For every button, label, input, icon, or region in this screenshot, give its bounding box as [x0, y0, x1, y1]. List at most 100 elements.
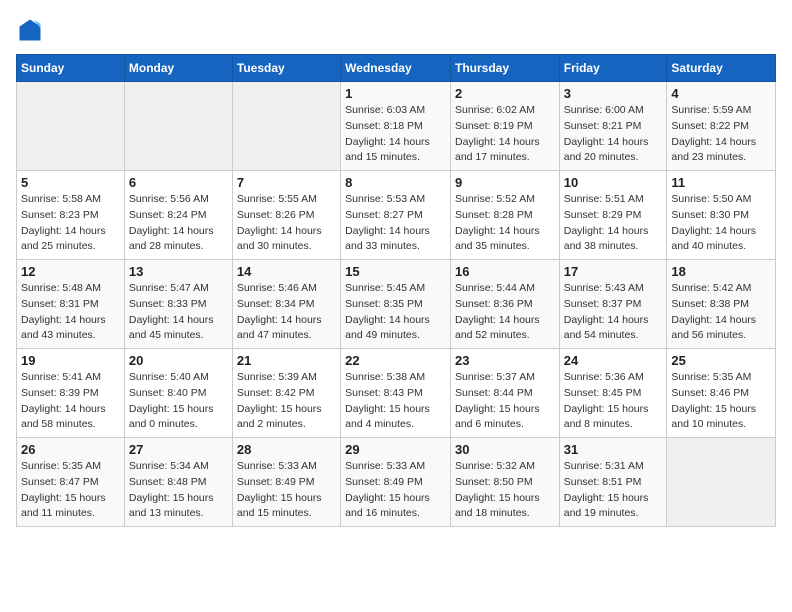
calendar-cell: 18 Sunrise: 5:42 AM Sunset: 8:38 PM Dayli…	[667, 260, 776, 349]
calendar-cell: 23 Sunrise: 5:37 AM Sunset: 8:44 PM Dayli…	[450, 349, 559, 438]
day-number: 22	[345, 353, 446, 368]
day-number: 14	[237, 264, 336, 279]
calendar-week-5: 26 Sunrise: 5:35 AM Sunset: 8:47 PM Dayli…	[17, 438, 776, 527]
day-info: Sunrise: 5:46 AM Sunset: 8:34 PM Dayligh…	[237, 281, 336, 344]
day-number: 9	[455, 175, 555, 190]
calendar-cell: 21Sunrise: 5:39 AM Sunset: 8:42 PM Dayli…	[232, 349, 340, 438]
calendar-cell: 19 Sunrise: 5:41 AM Sunset: 8:39 PM Dayli…	[17, 349, 125, 438]
day-info: Sunrise: 5:34 AM Sunset: 8:48 PM Dayligh…	[129, 459, 228, 522]
calendar-cell: 12 Sunrise: 5:48 AM Sunset: 8:31 PM Dayli…	[17, 260, 125, 349]
calendar-cell: 20 Sunrise: 5:40 AM Sunset: 8:40 PM Dayli…	[124, 349, 232, 438]
day-info: Sunrise: 5:38 AM Sunset: 8:43 PM Dayligh…	[345, 370, 446, 433]
day-info: Sunrise: 5:42 AM Sunset: 8:38 PM Dayligh…	[671, 281, 771, 344]
day-number: 1	[345, 86, 446, 101]
day-number: 19	[21, 353, 120, 368]
weekday-header-tuesday: Tuesday	[232, 55, 340, 82]
day-number: 26	[21, 442, 120, 457]
day-number: 6	[129, 175, 228, 190]
day-number: 27	[129, 442, 228, 457]
day-info: Sunrise: 5:32 AM Sunset: 8:50 PM Dayligh…	[455, 459, 555, 522]
calendar-cell: 8Sunrise: 5:53 AM Sunset: 8:27 PM Daylig…	[341, 171, 451, 260]
weekday-header-thursday: Thursday	[450, 55, 559, 82]
calendar-cell: 13 Sunrise: 5:47 AM Sunset: 8:33 PM Dayli…	[124, 260, 232, 349]
day-info: Sunrise: 5:50 AM Sunset: 8:30 PM Dayligh…	[671, 192, 771, 255]
calendar-cell: 16Sunrise: 5:44 AM Sunset: 8:36 PM Dayli…	[450, 260, 559, 349]
day-number: 15	[345, 264, 446, 279]
calendar-cell: 11 Sunrise: 5:50 AM Sunset: 8:30 PM Dayli…	[667, 171, 776, 260]
calendar-cell: 6Sunrise: 5:56 AM Sunset: 8:24 PM Daylig…	[124, 171, 232, 260]
calendar-cell: 1 Sunrise: 6:03 AM Sunset: 8:18 PM Daylig…	[341, 82, 451, 171]
day-number: 5	[21, 175, 120, 190]
calendar-cell	[124, 82, 232, 171]
day-info: Sunrise: 5:36 AM Sunset: 8:45 PM Dayligh…	[564, 370, 663, 433]
calendar-week-1: 1 Sunrise: 6:03 AM Sunset: 8:18 PM Daylig…	[17, 82, 776, 171]
day-info: Sunrise: 5:59 AM Sunset: 8:22 PM Dayligh…	[671, 103, 771, 166]
day-info: Sunrise: 5:51 AM Sunset: 8:29 PM Dayligh…	[564, 192, 663, 255]
calendar-cell	[667, 438, 776, 527]
calendar-cell: 4 Sunrise: 5:59 AM Sunset: 8:22 PM Daylig…	[667, 82, 776, 171]
weekday-header-saturday: Saturday	[667, 55, 776, 82]
day-number: 28	[237, 442, 336, 457]
calendar-cell	[232, 82, 340, 171]
calendar-cell: 14 Sunrise: 5:46 AM Sunset: 8:34 PM Dayli…	[232, 260, 340, 349]
day-info: Sunrise: 5:33 AM Sunset: 8:49 PM Dayligh…	[237, 459, 336, 522]
day-info: Sunrise: 5:41 AM Sunset: 8:39 PM Dayligh…	[21, 370, 120, 433]
calendar-cell: 10 Sunrise: 5:51 AM Sunset: 8:29 PM Dayli…	[559, 171, 667, 260]
calendar-cell: 26 Sunrise: 5:35 AM Sunset: 8:47 PM Dayli…	[17, 438, 125, 527]
day-info: Sunrise: 5:52 AM Sunset: 8:28 PM Dayligh…	[455, 192, 555, 255]
day-info: Sunrise: 5:45 AM Sunset: 8:35 PM Dayligh…	[345, 281, 446, 344]
calendar-cell: 25 Sunrise: 5:35 AM Sunset: 8:46 PM Dayli…	[667, 349, 776, 438]
calendar-cell: 29 Sunrise: 5:33 AM Sunset: 8:49 PM Dayli…	[341, 438, 451, 527]
day-number: 7	[237, 175, 336, 190]
day-number: 23	[455, 353, 555, 368]
weekday-header-sunday: Sunday	[17, 55, 125, 82]
day-number: 10	[564, 175, 663, 190]
day-info: Sunrise: 5:48 AM Sunset: 8:31 PM Dayligh…	[21, 281, 120, 344]
day-info: Sunrise: 5:58 AM Sunset: 8:23 PM Dayligh…	[21, 192, 120, 255]
weekday-header-monday: Monday	[124, 55, 232, 82]
day-number: 20	[129, 353, 228, 368]
logo	[16, 16, 48, 44]
weekday-header-friday: Friday	[559, 55, 667, 82]
weekday-header-wednesday: Wednesday	[341, 55, 451, 82]
day-number: 29	[345, 442, 446, 457]
page-header	[16, 16, 776, 44]
calendar-week-4: 19 Sunrise: 5:41 AM Sunset: 8:39 PM Dayli…	[17, 349, 776, 438]
calendar-cell: 30Sunrise: 5:32 AM Sunset: 8:50 PM Dayli…	[450, 438, 559, 527]
calendar-cell: 7Sunrise: 5:55 AM Sunset: 8:26 PM Daylig…	[232, 171, 340, 260]
calendar-cell: 31Sunrise: 5:31 AM Sunset: 8:51 PM Dayli…	[559, 438, 667, 527]
day-info: Sunrise: 5:35 AM Sunset: 8:46 PM Dayligh…	[671, 370, 771, 433]
calendar-week-3: 12 Sunrise: 5:48 AM Sunset: 8:31 PM Dayli…	[17, 260, 776, 349]
calendar-cell: 9 Sunrise: 5:52 AM Sunset: 8:28 PM Daylig…	[450, 171, 559, 260]
day-number: 25	[671, 353, 771, 368]
day-info: Sunrise: 5:43 AM Sunset: 8:37 PM Dayligh…	[564, 281, 663, 344]
calendar-cell: 2Sunrise: 6:02 AM Sunset: 8:19 PM Daylig…	[450, 82, 559, 171]
calendar-cell: 3 Sunrise: 6:00 AM Sunset: 8:21 PM Daylig…	[559, 82, 667, 171]
day-number: 11	[671, 175, 771, 190]
day-info: Sunrise: 5:47 AM Sunset: 8:33 PM Dayligh…	[129, 281, 228, 344]
day-info: Sunrise: 5:39 AM Sunset: 8:42 PM Dayligh…	[237, 370, 336, 433]
day-info: Sunrise: 5:40 AM Sunset: 8:40 PM Dayligh…	[129, 370, 228, 433]
calendar-cell: 17 Sunrise: 5:43 AM Sunset: 8:37 PM Dayli…	[559, 260, 667, 349]
day-number: 12	[21, 264, 120, 279]
day-number: 17	[564, 264, 663, 279]
day-number: 24	[564, 353, 663, 368]
day-info: Sunrise: 5:35 AM Sunset: 8:47 PM Dayligh…	[21, 459, 120, 522]
day-info: Sunrise: 5:53 AM Sunset: 8:27 PM Dayligh…	[345, 192, 446, 255]
day-info: Sunrise: 5:37 AM Sunset: 8:44 PM Dayligh…	[455, 370, 555, 433]
logo-icon	[16, 16, 44, 44]
day-info: Sunrise: 5:44 AM Sunset: 8:36 PM Dayligh…	[455, 281, 555, 344]
calendar-cell: 15 Sunrise: 5:45 AM Sunset: 8:35 PM Dayli…	[341, 260, 451, 349]
calendar-week-2: 5 Sunrise: 5:58 AM Sunset: 8:23 PM Daylig…	[17, 171, 776, 260]
day-info: Sunrise: 6:02 AM Sunset: 8:19 PM Dayligh…	[455, 103, 555, 166]
day-number: 18	[671, 264, 771, 279]
day-number: 13	[129, 264, 228, 279]
day-info: Sunrise: 6:00 AM Sunset: 8:21 PM Dayligh…	[564, 103, 663, 166]
day-number: 3	[564, 86, 663, 101]
day-info: Sunrise: 5:31 AM Sunset: 8:51 PM Dayligh…	[564, 459, 663, 522]
day-number: 4	[671, 86, 771, 101]
calendar-cell: 24 Sunrise: 5:36 AM Sunset: 8:45 PM Dayli…	[559, 349, 667, 438]
day-info: Sunrise: 6:03 AM Sunset: 8:18 PM Dayligh…	[345, 103, 446, 166]
calendar-cell	[17, 82, 125, 171]
day-info: Sunrise: 5:33 AM Sunset: 8:49 PM Dayligh…	[345, 459, 446, 522]
